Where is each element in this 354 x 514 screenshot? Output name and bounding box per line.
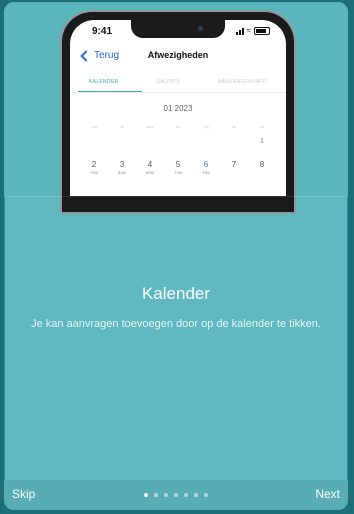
skip-button[interactable]: Skip [12,487,35,501]
onboarding-footer: Skip Next [4,480,348,510]
wifi-icon: ≈ [246,26,251,35]
page-dot[interactable] [174,493,178,497]
weekday-label: vrij [203,124,209,129]
battery-icon [254,27,270,35]
weekday-label: ma [91,124,97,129]
nav-title: Afwezigheden [147,50,209,60]
calendar-day[interactable]: 3 8:00 [112,160,132,175]
calendar-day[interactable]: 8 [252,160,272,175]
tab-aanvragen[interactable]: AANVRAGEN/INFO [218,79,267,85]
tab-saldos[interactable]: SALDO'S [157,79,180,85]
status-icons: ≈ [235,26,270,35]
calendar-day[interactable]: 4 8:00 [140,160,160,175]
weekday-header: ma di woe do vrij za zo [84,124,272,129]
onboarding-description: Je kan aanvragen toevoegen door op de ka… [31,318,321,330]
camera-icon [198,26,203,31]
onboarding-title: Kalender [141,284,211,303]
page-dot[interactable] [154,493,158,497]
section-divider [4,196,348,197]
weekday-label: di [120,124,124,129]
illustration-area: 9:41 ≈ Terug Afwezigheden KALENDER SALDO… [4,2,348,212]
tab-kalender[interactable]: KALENDER [89,79,118,85]
signal-icon [235,27,244,35]
weekday-label: do [175,124,181,129]
calendar-day[interactable]: 2 7:50 [84,160,104,175]
nav-bar: Terug Afwezigheden [70,46,286,66]
segment-tabs: KALENDER SALDO'S AANVRAGEN/INFO [70,72,286,93]
phone-mockup: 9:41 ≈ Terug Afwezigheden KALENDER SALDO… [62,12,294,212]
phone-notch [131,20,225,38]
calendar-day-today[interactable]: 6 7:50 [196,160,216,175]
page-dot[interactable] [144,493,148,497]
page-dot[interactable] [184,493,188,497]
calendar-day[interactable]: 5 7:50 [168,160,188,175]
onboarding-card: 9:41 ≈ Terug Afwezigheden KALENDER SALDO… [4,2,348,510]
next-button[interactable]: Next [315,487,340,501]
calendar-day[interactable]: 1 [252,138,272,145]
status-time: 9:41 [92,26,113,37]
page-dot[interactable] [164,493,168,497]
phone-screen: 9:41 ≈ Terug Afwezigheden KALENDER SALDO… [70,20,286,196]
page-dot[interactable] [204,493,208,497]
weekday-label: zo [259,124,265,129]
calendar-day[interactable]: 7 [224,160,244,175]
page-dot[interactable] [194,493,198,497]
page-indicator [144,493,208,497]
calendar-row: 1 [84,138,272,145]
calendar-row: 2 7:50 3 8:00 4 8:00 5 7:50 6 7:50 7 8 [84,160,272,175]
weekday-label: za [231,124,237,129]
weekday-label: woe [146,124,154,129]
month-label: 01 2023 [163,104,193,113]
active-tab-indicator [78,91,142,92]
